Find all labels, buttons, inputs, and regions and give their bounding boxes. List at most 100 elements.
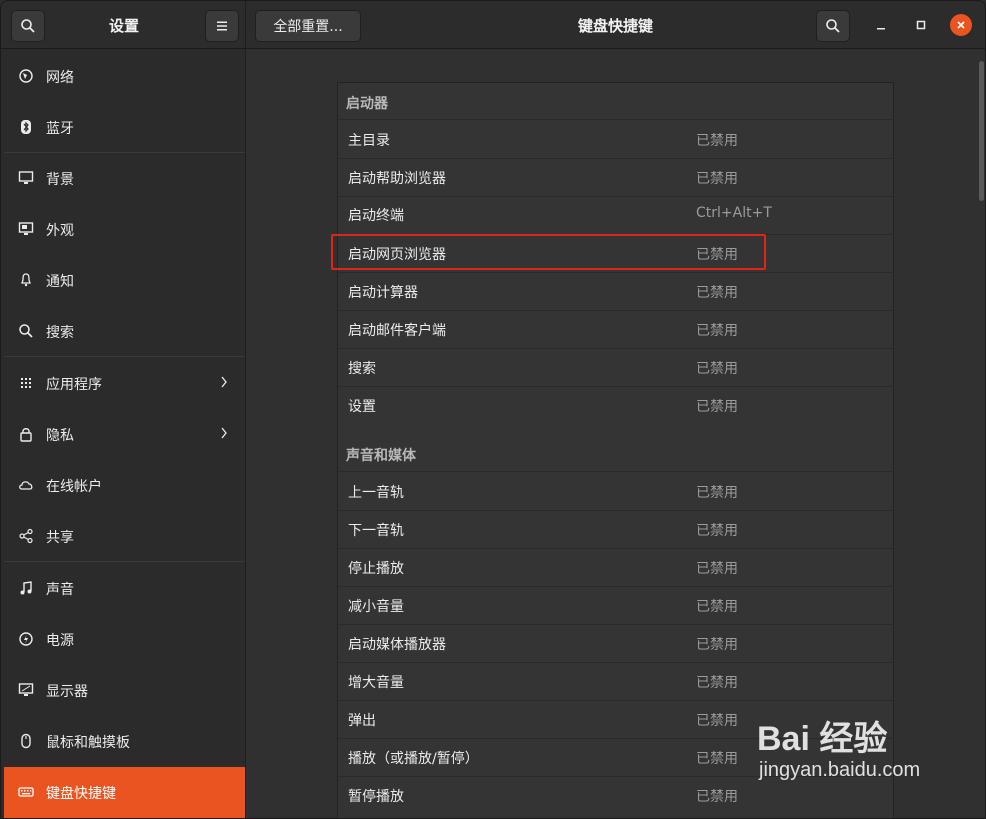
main-content: 启动器 主目录 已禁用 启动帮助浏览器 已禁用 启动终端 Ctrl+Alt+T 启动网… bbox=[247, 49, 985, 818]
share-icon bbox=[18, 528, 34, 544]
shortcut-search-button[interactable] bbox=[816, 10, 850, 42]
sidebar-divider bbox=[4, 561, 245, 562]
shortcut-row[interactable]: 启动帮助浏览器 已禁用 bbox=[338, 158, 893, 196]
shortcut-row[interactable]: 搜索 已禁用 bbox=[338, 348, 893, 386]
close-icon bbox=[957, 21, 965, 29]
sidebar-item-label: 在线帐户 bbox=[46, 479, 102, 495]
bluetooth-icon bbox=[18, 119, 34, 135]
shortcut-row[interactable]: 增大音量 已禁用 bbox=[338, 662, 893, 700]
shortcut-name: 上一音轨 bbox=[348, 485, 404, 501]
shortcut-accel: 已禁用 bbox=[696, 133, 738, 149]
maximize-icon bbox=[916, 20, 926, 30]
sidebar-item-mouse-touchpad[interactable]: 鼠标和触摸板 bbox=[4, 716, 245, 767]
close-button[interactable] bbox=[950, 14, 972, 36]
sidebar-item-displays[interactable]: 显示器 bbox=[4, 665, 245, 716]
sidebar-item-online-accounts[interactable]: 在线帐户 bbox=[4, 460, 245, 511]
shortcut-name: 启动终端 bbox=[348, 208, 404, 224]
settings-window: 设置 全部重置... 键盘快捷键 网络 蓝牙 背景 外观 通知 搜索 应用程序 … bbox=[0, 0, 986, 819]
watermark-logo-text: Bai 经验 bbox=[757, 720, 888, 758]
sidebar-item-sharing[interactable]: 共享 bbox=[4, 511, 245, 562]
hamburger-icon bbox=[217, 21, 227, 31]
sidebar-item-label: 网络 bbox=[46, 70, 74, 86]
sidebar-item-label: 显示器 bbox=[46, 684, 88, 700]
shortcut-name: 增大音量 bbox=[348, 675, 404, 691]
sidebar-item-notifications[interactable]: 通知 bbox=[4, 255, 245, 306]
cloud-icon bbox=[18, 477, 34, 493]
shortcut-row[interactable]: 启动邮件客户端 已禁用 bbox=[338, 310, 893, 348]
shortcut-name: 搜索 bbox=[348, 361, 376, 377]
shortcut-row[interactable]: 启动媒体播放器 已禁用 bbox=[338, 624, 893, 662]
shortcut-accel: 已禁用 bbox=[696, 399, 738, 415]
shortcut-row[interactable]: 设置 已禁用 bbox=[338, 386, 893, 424]
shortcut-accel: 已禁用 bbox=[696, 171, 738, 187]
sidebar-item-applications[interactable]: 应用程序 bbox=[4, 358, 245, 409]
sidebar-item-label: 隐私 bbox=[46, 428, 74, 444]
sidebar-item-privacy[interactable]: 隐私 bbox=[4, 409, 245, 460]
shortcut-row[interactable]: 停止播放 已禁用 bbox=[338, 548, 893, 586]
shortcut-accel: 已禁用 bbox=[696, 789, 738, 805]
header-bar: 设置 全部重置... 键盘快捷键 bbox=[1, 1, 985, 49]
sidebar-item-label: 通知 bbox=[46, 274, 74, 290]
sidebar-item-label: 键盘快捷键 bbox=[46, 786, 116, 802]
sidebar-header: 设置 bbox=[1, 1, 246, 49]
sidebar-item-power[interactable]: 电源 bbox=[4, 614, 245, 665]
chevron-right-icon bbox=[219, 425, 229, 441]
sidebar-item-search[interactable]: 搜索 bbox=[4, 306, 245, 357]
maximize-button[interactable] bbox=[910, 14, 932, 36]
sidebar-item-appearance[interactable]: 外观 bbox=[4, 204, 245, 255]
power-icon bbox=[18, 631, 34, 647]
minimize-icon bbox=[877, 28, 885, 30]
scrollbar[interactable] bbox=[979, 61, 984, 201]
sidebar-item-bluetooth[interactable]: 蓝牙 bbox=[4, 102, 245, 153]
shortcut-row[interactable]: 主目录 已禁用 bbox=[338, 120, 893, 158]
shortcut-accel: 已禁用 bbox=[696, 485, 738, 501]
shortcut-name: 主目录 bbox=[348, 133, 390, 149]
shortcut-row[interactable]: 减小音量 已禁用 bbox=[338, 586, 893, 624]
shortcut-accel: 已禁用 bbox=[696, 637, 738, 653]
sidebar-item-network[interactable]: 网络 bbox=[4, 51, 245, 102]
shortcut-accel: 已禁用 bbox=[696, 285, 738, 301]
search-icon bbox=[826, 19, 840, 33]
settings-title: 设置 bbox=[109, 17, 140, 35]
sidebar-item-label: 蓝牙 bbox=[46, 121, 74, 137]
appearance-icon bbox=[18, 221, 34, 237]
shortcut-row[interactable]: 启动终端 Ctrl+Alt+T bbox=[338, 195, 893, 233]
shortcut-name: 启动邮件客户端 bbox=[348, 323, 446, 339]
sidebar-item-sound[interactable]: 声音 bbox=[4, 563, 245, 614]
reset-all-button[interactable]: 全部重置... bbox=[255, 10, 361, 42]
shortcut-row[interactable]: 启动计算器 已禁用 bbox=[338, 272, 893, 310]
network-icon bbox=[18, 68, 34, 84]
apps-grid-icon bbox=[18, 375, 34, 391]
sidebar-item-keyboard-shortcuts[interactable]: 键盘快捷键 bbox=[4, 767, 245, 818]
page-title: 键盘快捷键 bbox=[578, 17, 654, 35]
sidebar-item-label: 外观 bbox=[46, 223, 74, 239]
shortcut-accel: 已禁用 bbox=[696, 523, 738, 539]
mouse-icon bbox=[18, 733, 34, 749]
section-title-launchers: 启动器 bbox=[346, 96, 388, 112]
shortcut-name: 停止播放 bbox=[348, 561, 404, 577]
sidebar-item-label: 电源 bbox=[46, 633, 74, 649]
shortcut-row[interactable]: 上一音轨 已禁用 bbox=[338, 472, 893, 510]
sidebar-search-button[interactable] bbox=[11, 10, 45, 42]
highlight-box bbox=[331, 234, 766, 270]
display-icon bbox=[18, 682, 34, 698]
watermark: Bai 经验 jingyan.baidu.com bbox=[757, 711, 937, 801]
shortcut-row[interactable]: 下一音轨 已禁用 bbox=[338, 510, 893, 548]
sidebar-divider bbox=[4, 356, 245, 357]
search-icon bbox=[21, 19, 35, 33]
sidebar-item-label: 背景 bbox=[46, 172, 74, 188]
minimize-button[interactable] bbox=[870, 14, 892, 36]
shortcut-accel: 已禁用 bbox=[696, 599, 738, 615]
menu-button[interactable] bbox=[205, 10, 239, 42]
sidebar-item-background[interactable]: 背景 bbox=[4, 153, 245, 204]
music-note-icon bbox=[18, 580, 34, 596]
sidebar-item-label: 应用程序 bbox=[46, 377, 102, 393]
shortcut-name: 启动帮助浏览器 bbox=[348, 171, 446, 187]
bell-icon bbox=[18, 272, 34, 288]
shortcut-name: 暂停播放 bbox=[348, 789, 404, 805]
shortcut-accel: 已禁用 bbox=[696, 361, 738, 377]
shortcut-name: 弹出 bbox=[348, 713, 376, 729]
shortcut-name: 下一音轨 bbox=[348, 523, 404, 539]
shortcut-accel: 已禁用 bbox=[696, 323, 738, 339]
shortcut-accel: 已禁用 bbox=[696, 713, 738, 729]
